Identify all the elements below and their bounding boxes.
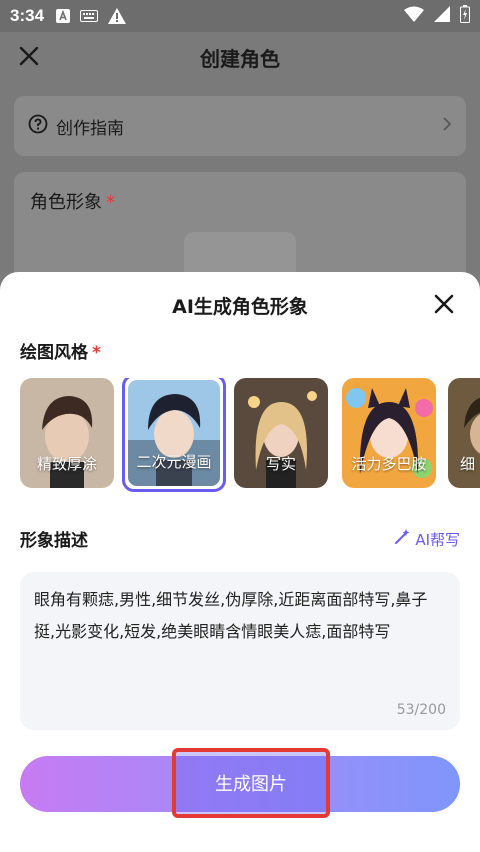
- guide-label: 创作指南: [56, 118, 124, 139]
- role-image-label: 角色形象 *: [30, 188, 115, 214]
- required-mark: *: [92, 343, 101, 363]
- keyboard-icon: [80, 10, 99, 22]
- description-label: 形象描述: [20, 531, 88, 551]
- ai-help-write-button[interactable]: AI帮写: [393, 528, 460, 550]
- style-thumbnail: 二次元漫画: [128, 380, 220, 486]
- generate-label-wrap: 生成图片: [172, 748, 330, 818]
- signal-icon: [434, 6, 450, 26]
- status-time: 3:34: [10, 6, 45, 25]
- warning-icon: [108, 8, 127, 24]
- page-title: 创建角色: [200, 46, 280, 71]
- style-label: 二次元漫画: [136, 453, 212, 471]
- ai-generate-sheet: AI生成角色形象 绘图风格 * 精致厚涂 二次元漫画 写实 活力多巴胺 细 形象…: [0, 272, 480, 852]
- style-label: 写实: [265, 455, 296, 473]
- role-image-label-text: 角色形象: [30, 192, 102, 213]
- battery-icon: [460, 5, 470, 27]
- style-options: 精致厚涂 二次元漫画 写实 活力多巴胺 细: [20, 378, 480, 494]
- style-option-dopamine[interactable]: 活力多巴胺: [342, 378, 436, 488]
- required-mark: *: [106, 192, 115, 213]
- drawing-style-label: 绘图风格 *: [20, 338, 101, 363]
- style-thumbnail: 活力多巴胺: [342, 378, 436, 488]
- char-count: 53/200: [396, 702, 446, 718]
- style-label: 活力多巴胺: [351, 455, 427, 473]
- creation-guide-link[interactable]: 创作指南: [14, 96, 466, 156]
- chevron-right-icon: [442, 116, 452, 136]
- close-icon[interactable]: [16, 43, 42, 69]
- style-label: 精致厚涂: [36, 455, 97, 473]
- ai-help-label: AI帮写: [415, 530, 460, 549]
- question-circle-icon: [28, 114, 48, 138]
- sheet-title: AI生成角色形象: [172, 296, 308, 318]
- generate-image-label: 生成图片: [215, 774, 287, 795]
- magic-wand-icon: [393, 528, 411, 550]
- status-bar: 3:34: [0, 0, 480, 32]
- style-option-detailed[interactable]: 细: [448, 378, 480, 488]
- description-text: 眼角有颗痣,男性,细节发丝,伪厚除,近距离面部特写,鼻子挺,光影变化,短发,绝美…: [34, 590, 428, 641]
- drawing-style-label-text: 绘图风格: [20, 343, 88, 363]
- style-option-thick-paint[interactable]: 精致厚涂: [20, 378, 114, 488]
- style-thumbnail: 细: [448, 378, 480, 488]
- sheet-close-icon[interactable]: [430, 290, 458, 318]
- wifi-icon: [404, 6, 424, 26]
- description-textarea[interactable]: 眼角有颗痣,男性,细节发丝,伪厚除,近距离面部特写,鼻子挺,光影变化,短发,绝美…: [20, 572, 460, 730]
- style-option-realistic[interactable]: 写实: [234, 378, 328, 488]
- style-option-anime[interactable]: 二次元漫画: [122, 378, 226, 492]
- style-thumbnail: 写实: [234, 378, 328, 488]
- top-bar: 创建角色: [0, 32, 480, 82]
- app-a-icon: [56, 9, 71, 23]
- style-thumbnail: 精致厚涂: [20, 378, 114, 488]
- style-label: 细: [460, 455, 476, 473]
